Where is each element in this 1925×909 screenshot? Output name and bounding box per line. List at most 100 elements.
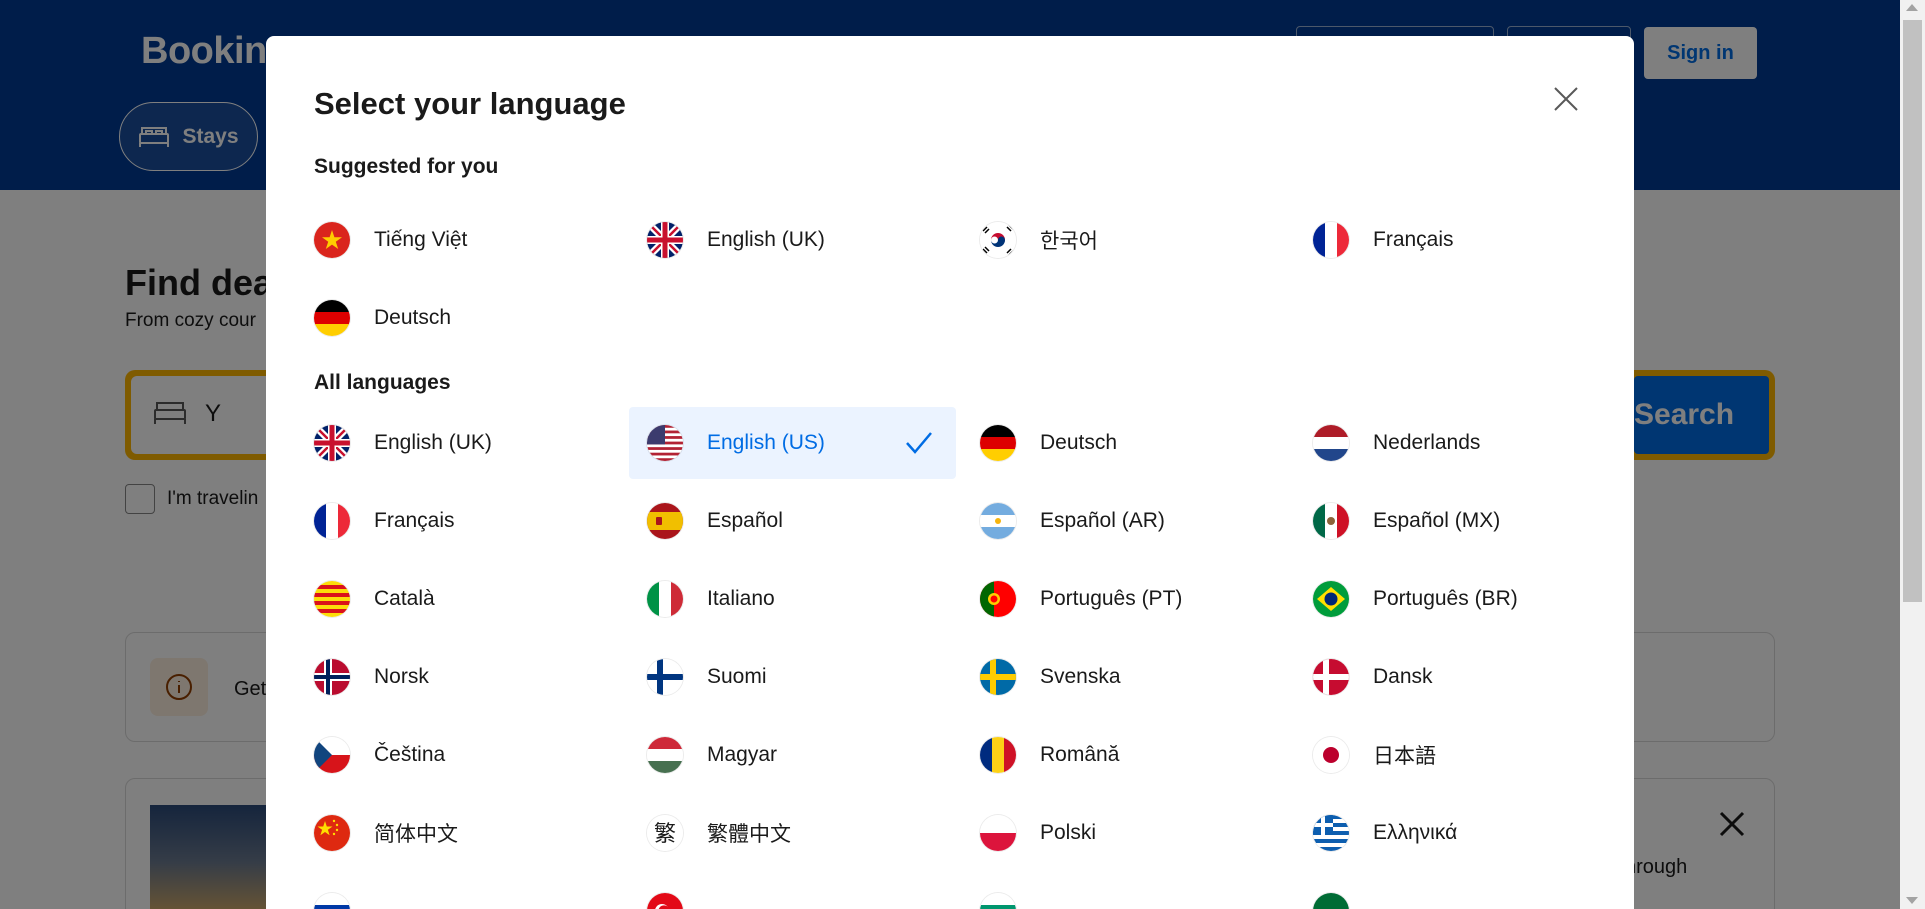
checkmark-icon bbox=[906, 432, 932, 454]
flag-br-icon bbox=[1313, 581, 1349, 617]
flag-fr-icon bbox=[314, 503, 350, 539]
language-name: Español (MX) bbox=[1373, 509, 1501, 532]
language-option[interactable] bbox=[980, 875, 1289, 909]
flag-gb-icon bbox=[314, 425, 350, 461]
flag-pt-icon bbox=[980, 581, 1016, 617]
language-name: Norsk bbox=[374, 665, 429, 688]
language-option[interactable]: Italiano bbox=[647, 563, 956, 635]
language-name: Română bbox=[1040, 743, 1120, 766]
language-option[interactable]: Nederlands bbox=[1313, 407, 1622, 479]
language-option[interactable]: 日本語 bbox=[1313, 719, 1622, 791]
language-option[interactable]: Norsk bbox=[314, 641, 623, 713]
language-name: Magyar bbox=[707, 743, 778, 766]
language-name: 简体中文 bbox=[374, 823, 458, 846]
flag-no-icon bbox=[314, 659, 350, 695]
language-option[interactable]: Português (PT) bbox=[980, 563, 1289, 635]
language-option[interactable] bbox=[1313, 875, 1622, 909]
language-option[interactable]: Português (BR) bbox=[1313, 563, 1622, 635]
language-name: Čeština bbox=[374, 743, 446, 766]
language-option[interactable]: Dansk bbox=[1313, 641, 1622, 713]
language-option[interactable] bbox=[647, 875, 956, 909]
language-name: Polski bbox=[1040, 821, 1097, 844]
language-option[interactable]: Svenska bbox=[980, 641, 1289, 713]
language-option[interactable]: 한국어 bbox=[980, 204, 1289, 276]
flag-cn-icon bbox=[314, 815, 350, 851]
language-option[interactable]: English (UK) bbox=[314, 407, 623, 479]
language-option[interactable]: Ελληνικά bbox=[1313, 797, 1622, 869]
language-name: English (UK) bbox=[374, 431, 492, 454]
language-option[interactable]: Español bbox=[647, 485, 956, 557]
language-name: Dansk bbox=[1373, 665, 1433, 688]
language-option[interactable]: Français bbox=[314, 485, 623, 557]
close-icon[interactable] bbox=[1549, 82, 1583, 116]
flag-es-icon bbox=[647, 503, 683, 539]
language-option[interactable]: Català bbox=[314, 563, 623, 635]
language-name: Español (AR) bbox=[1040, 509, 1165, 532]
flag-ru-icon bbox=[314, 893, 350, 909]
language-name: Svenska bbox=[1040, 665, 1121, 688]
flag-tw-char-icon: 繁 bbox=[647, 815, 683, 851]
flag-us-icon bbox=[647, 425, 683, 461]
language-name: 日本語 bbox=[1373, 745, 1436, 768]
flag-de-icon bbox=[980, 425, 1016, 461]
scroll-down-arrow[interactable] bbox=[1906, 897, 1918, 904]
language-name: 繁體中文 bbox=[707, 823, 791, 846]
flag-jp-icon bbox=[1313, 737, 1349, 773]
flag-se-icon bbox=[980, 659, 1016, 695]
language-name: Português (BR) bbox=[1373, 587, 1518, 610]
flag-ca-icon bbox=[314, 581, 350, 617]
flag-pl-icon bbox=[980, 815, 1016, 851]
flag-nl-icon bbox=[1313, 425, 1349, 461]
language-name: Italiano bbox=[707, 587, 775, 610]
flag-it-icon bbox=[647, 581, 683, 617]
flag-cz-icon bbox=[314, 737, 350, 773]
flag-vn-icon bbox=[314, 222, 350, 258]
language-name: Deutsch bbox=[374, 306, 452, 329]
flag-dk-icon bbox=[1313, 659, 1349, 695]
language-option[interactable]: Tiếng Việt bbox=[314, 204, 623, 276]
flag-bg-icon bbox=[980, 893, 1016, 909]
language-name: Español bbox=[707, 509, 783, 532]
suggested-section-title: Suggested for you bbox=[314, 155, 499, 178]
language-modal: Select your language Suggested for you T… bbox=[266, 36, 1634, 909]
language-option[interactable]: Deutsch bbox=[980, 407, 1289, 479]
language-option[interactable]: Français bbox=[1313, 204, 1622, 276]
language-option[interactable]: Español (MX) bbox=[1313, 485, 1622, 557]
language-name: Català bbox=[374, 587, 435, 610]
language-option[interactable]: 简体中文 bbox=[314, 797, 623, 869]
language-name: Français bbox=[374, 509, 455, 532]
language-option[interactable]: Deutsch bbox=[314, 282, 623, 354]
suggested-language-list: Tiếng Việt English (UK) 한국어 Français Deutsch bbox=[314, 204, 1634, 354]
language-name: 한국어 bbox=[1040, 230, 1098, 253]
language-option[interactable]: Română bbox=[980, 719, 1289, 791]
flag-fi-icon bbox=[647, 659, 683, 695]
language-option[interactable]: English (UK) bbox=[647, 204, 956, 276]
language-name: English (US) bbox=[707, 431, 825, 454]
language-name: Deutsch bbox=[1040, 431, 1118, 454]
language-option[interactable]: Español (AR) bbox=[980, 485, 1289, 557]
language-option[interactable]: Čeština bbox=[314, 719, 623, 791]
language-option[interactable]: Polski bbox=[980, 797, 1289, 869]
language-option[interactable]: Suomi bbox=[647, 641, 956, 713]
flag-de-icon bbox=[314, 300, 350, 336]
flag-mx-icon bbox=[1313, 503, 1349, 539]
language-option[interactable] bbox=[314, 875, 623, 909]
scroll-up-arrow[interactable] bbox=[1906, 4, 1918, 11]
language-name: Suomi bbox=[707, 665, 767, 688]
language-option[interactable]: Magyar bbox=[647, 719, 956, 791]
language-option[interactable]: 繁 繁體中文 bbox=[647, 797, 956, 869]
language-name: English (UK) bbox=[707, 228, 825, 251]
all-language-list: English (UK) English (US) Deutsch Nederland… bbox=[314, 407, 1634, 909]
language-name: Tiếng Việt bbox=[374, 228, 468, 251]
language-name: Français bbox=[1373, 228, 1454, 251]
language-option[interactable]: English (US) bbox=[629, 407, 956, 479]
language-name: Ελληνικά bbox=[1373, 821, 1458, 844]
svg-text:繁: 繁 bbox=[654, 822, 676, 847]
scrollbar-thumb[interactable] bbox=[1903, 20, 1922, 602]
flag-sa-icon bbox=[1313, 893, 1349, 909]
flag-gr-icon bbox=[1313, 815, 1349, 851]
flag-gb-icon bbox=[647, 222, 683, 258]
flag-kr-icon bbox=[980, 222, 1016, 258]
modal-title: Select your language bbox=[314, 86, 626, 121]
flag-tr-icon bbox=[647, 893, 683, 909]
